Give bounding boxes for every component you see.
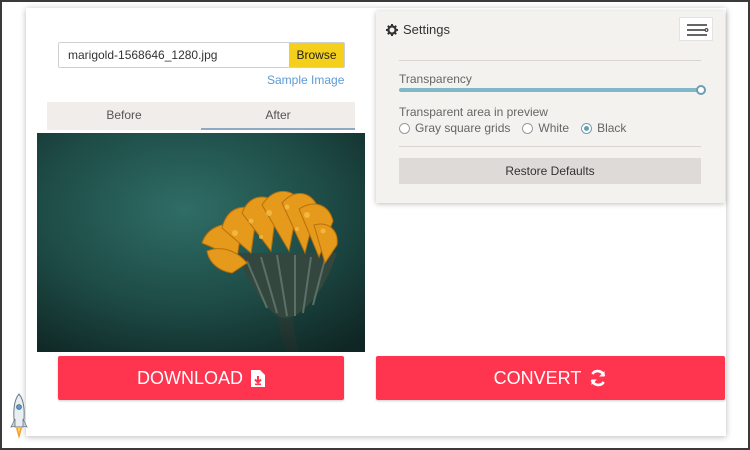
browse-button[interactable]: Browse bbox=[289, 43, 344, 67]
radio-label: Gray square grids bbox=[415, 121, 511, 135]
slider-track bbox=[399, 88, 701, 92]
hamburger-menu-icon bbox=[687, 24, 709, 36]
divider bbox=[399, 60, 701, 61]
radio-black[interactable]: Black bbox=[581, 121, 626, 135]
preview-tabs: Before After bbox=[47, 102, 355, 130]
tab-before[interactable]: Before bbox=[47, 102, 201, 130]
transparency-label: Transparency bbox=[399, 72, 472, 86]
refresh-icon bbox=[591, 369, 606, 387]
radio-gray-grids[interactable]: Gray square grids bbox=[399, 121, 510, 135]
settings-title: Settings bbox=[403, 22, 450, 37]
settings-panel: Settings Transparency Transparent area i… bbox=[376, 11, 725, 203]
sample-image-link[interactable]: Sample Image bbox=[267, 73, 344, 87]
download-label: DOWNLOAD bbox=[136, 367, 243, 388]
tab-after[interactable]: After bbox=[201, 102, 355, 130]
flower-photo bbox=[37, 133, 365, 352]
file-name-input[interactable] bbox=[59, 43, 289, 67]
convert-label: CONVERT bbox=[493, 367, 582, 388]
radio-button[interactable] bbox=[399, 122, 410, 134]
menu-toggle-button[interactable] bbox=[679, 17, 713, 41]
radio-button[interactable] bbox=[522, 122, 534, 134]
radio-white[interactable]: White bbox=[522, 121, 569, 135]
transparent-area-label: Transparent area in preview bbox=[399, 105, 548, 119]
transparency-slider[interactable] bbox=[399, 85, 706, 95]
download-file-icon bbox=[251, 369, 265, 387]
slider-thumb[interactable] bbox=[696, 85, 706, 95]
settings-header: Settings bbox=[386, 22, 450, 37]
radio-label: Black bbox=[597, 121, 627, 135]
download-button[interactable]: DOWNLOAD bbox=[58, 356, 344, 400]
preview-image bbox=[37, 133, 365, 352]
rocket-icon[interactable] bbox=[8, 393, 30, 443]
restore-defaults-button[interactable]: Restore Defaults bbox=[399, 158, 701, 184]
radio-button[interactable] bbox=[581, 122, 593, 134]
divider bbox=[399, 146, 701, 147]
gear-icon bbox=[386, 23, 398, 36]
convert-button[interactable]: CONVERT bbox=[376, 356, 725, 400]
file-picker: Browse bbox=[58, 42, 345, 68]
radio-label: White bbox=[538, 121, 570, 135]
preview-background-options: Gray square grids White Black bbox=[399, 121, 626, 135]
